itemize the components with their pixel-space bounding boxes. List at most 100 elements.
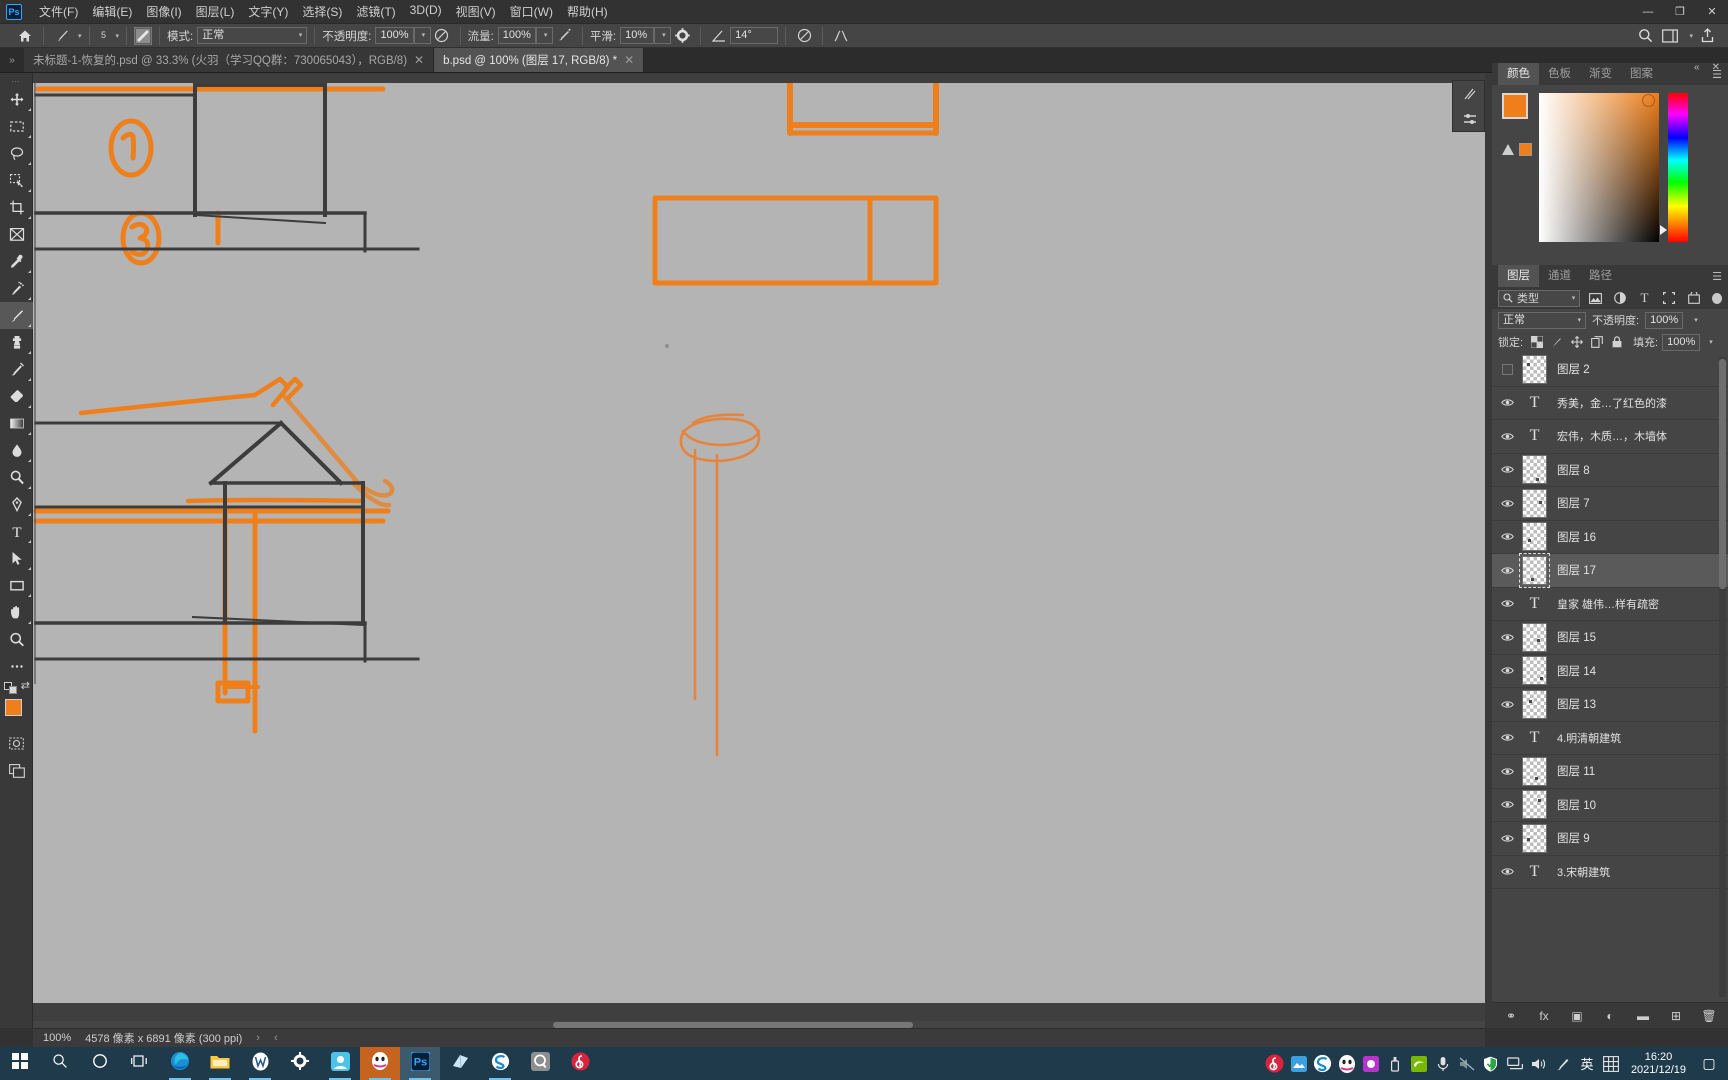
healing-brush-tool[interactable] xyxy=(0,275,33,302)
layer-opacity-caret-icon[interactable]: ▾ xyxy=(1694,316,1698,324)
menu-select[interactable]: 选择(S) xyxy=(295,0,349,23)
layer-name[interactable]: 图层 13 xyxy=(1557,696,1596,712)
layer-opacity-input[interactable]: 100% xyxy=(1645,311,1684,329)
layer-name[interactable]: 秀美，金…了红色的漆 xyxy=(1557,395,1667,411)
eye-visible-icon[interactable] xyxy=(1496,621,1518,654)
airbrush-icon[interactable] xyxy=(553,26,575,46)
shape-filter-icon[interactable] xyxy=(1660,289,1679,307)
dock-close-icon[interactable]: ✕ xyxy=(1712,62,1720,73)
maximize-button[interactable]: ❐ xyxy=(1664,0,1696,24)
eye-visible-icon[interactable] xyxy=(1496,386,1518,419)
layer-name[interactable]: 图层 10 xyxy=(1557,797,1596,813)
frame-tool[interactable] xyxy=(0,221,33,248)
layer-name[interactable]: 图层 16 xyxy=(1557,529,1596,545)
layer-name[interactable]: 3.宋朝建筑 xyxy=(1557,864,1610,880)
type-tool[interactable]: T xyxy=(0,518,33,545)
layer-row[interactable]: T 皇家 雄伟…样有疏密 xyxy=(1492,588,1728,621)
tool-submenu-indicator-icon[interactable] xyxy=(28,567,31,570)
layer-thumbnail[interactable] xyxy=(1522,689,1547,719)
opacity-dropdown[interactable]: ▾ xyxy=(413,27,431,44)
quark-taskbar-item[interactable] xyxy=(520,1047,560,1080)
blur-tool[interactable] xyxy=(0,437,33,464)
layer-name[interactable]: 图层 2 xyxy=(1557,361,1590,377)
lock-artboard-icon[interactable] xyxy=(1589,334,1605,350)
gear-icon[interactable] xyxy=(671,26,693,46)
flow-input[interactable]: 100% xyxy=(497,27,536,44)
menu-file[interactable]: 文件(F) xyxy=(32,0,85,23)
layer-row[interactable]: T 宏伟，木质…，木墙体 xyxy=(1492,420,1728,454)
layer-thumbnail[interactable] xyxy=(1519,552,1550,588)
layer-row[interactable]: T 3.宋朝建筑 xyxy=(1492,855,1728,889)
layer-row[interactable]: 图层 9 xyxy=(1492,822,1728,856)
brush-preset-caret-icon[interactable]: ▾ xyxy=(78,32,82,40)
layer-thumbnail[interactable] xyxy=(1522,488,1547,518)
layer-row[interactable]: 图层 10 xyxy=(1492,789,1728,822)
artboard[interactable] xyxy=(33,83,1485,1003)
marquee-tool[interactable] xyxy=(0,113,33,140)
start-button[interactable] xyxy=(0,1047,40,1080)
tray-network-icon[interactable] xyxy=(1503,1047,1527,1080)
home-icon[interactable] xyxy=(14,26,36,46)
tray-usb-icon[interactable] xyxy=(1383,1047,1407,1080)
layer-name[interactable]: 图层 14 xyxy=(1557,663,1596,679)
workspace-caret-icon[interactable]: ▾ xyxy=(1689,32,1693,40)
task-view-button[interactable] xyxy=(120,1047,160,1080)
lock-position-icon[interactable] xyxy=(1569,334,1585,350)
menu-layer[interactable]: 图层(L) xyxy=(189,0,242,23)
filter-toggle-icon[interactable] xyxy=(1711,292,1722,304)
eye-visible-icon[interactable] xyxy=(1496,721,1518,754)
zoom-tool[interactable] xyxy=(0,626,33,653)
adjustments-icon[interactable] xyxy=(1453,106,1486,131)
hand-tool[interactable] xyxy=(0,599,33,626)
layer-row[interactable]: 图层 8 xyxy=(1492,454,1728,487)
swap-colors-icon[interactable]: ⇄ xyxy=(21,681,30,692)
tray-app-icon[interactable] xyxy=(1359,1047,1383,1080)
tab-color[interactable]: 颜色 xyxy=(1498,63,1539,85)
crop-tool[interactable] xyxy=(0,194,33,221)
screen-mode-icon[interactable] xyxy=(0,757,33,784)
layer-row[interactable]: 图层 2 xyxy=(1492,353,1728,387)
opacity-input[interactable]: 100% xyxy=(375,27,414,44)
search-button[interactable] xyxy=(40,1047,80,1080)
tray-muted-icon[interactable] xyxy=(1455,1047,1479,1080)
angle-input[interactable]: 14° xyxy=(730,27,779,44)
tab-channels[interactable]: 通道 xyxy=(1539,265,1580,287)
tray-qq-icon[interactable] xyxy=(1335,1047,1359,1080)
wps-taskbar-item[interactable] xyxy=(240,1047,280,1080)
status-expand-arrow[interactable]: › xyxy=(256,1032,260,1044)
quick-mask-icon[interactable] xyxy=(0,730,33,757)
eye-visible-icon[interactable] xyxy=(1496,487,1518,520)
menu-image[interactable]: 图像(I) xyxy=(139,0,188,23)
tool-submenu-indicator-icon[interactable] xyxy=(28,162,31,165)
search-icon[interactable] xyxy=(1634,26,1656,46)
sogou-taskbar-item[interactable] xyxy=(480,1047,520,1080)
tool-submenu-indicator-icon[interactable] xyxy=(28,486,31,489)
eye-visible-icon[interactable] xyxy=(1496,822,1518,855)
menu-view[interactable]: 视图(V) xyxy=(449,0,503,23)
lock-all-icon[interactable] xyxy=(1609,334,1625,350)
tray-nvidia-icon[interactable] xyxy=(1407,1047,1431,1080)
adjustment-filter-icon[interactable] xyxy=(1611,289,1630,307)
tray-photo-icon[interactable] xyxy=(1287,1047,1311,1080)
tool-submenu-indicator-icon[interactable] xyxy=(28,405,31,408)
eye-visible-icon[interactable] xyxy=(1496,855,1518,888)
layer-thumbnail[interactable] xyxy=(1522,522,1547,552)
toolbar-grip[interactable]: ⋯ xyxy=(0,77,32,86)
brush-settings-icon[interactable] xyxy=(1453,81,1486,106)
pressure-size-icon[interactable] xyxy=(793,26,815,46)
qq-taskbar-item[interactable] xyxy=(360,1047,400,1080)
color-swatches[interactable] xyxy=(0,696,33,730)
type-filter-icon[interactable]: T xyxy=(1635,289,1654,307)
foreground-color-swatch[interactable] xyxy=(5,699,22,716)
flow-dropdown[interactable]: ▾ xyxy=(535,27,553,44)
dock-collapse-icon[interactable]: « xyxy=(1694,62,1700,73)
layer-name[interactable]: 图层 15 xyxy=(1557,629,1596,645)
tool-submenu-indicator-icon[interactable] xyxy=(28,378,31,381)
layer-thumbnail[interactable] xyxy=(1522,622,1547,652)
pen-tool[interactable] xyxy=(0,491,33,518)
move-tool[interactable] xyxy=(0,86,33,113)
tray-keyboard-icon[interactable] xyxy=(1599,1047,1623,1080)
layer-name[interactable]: 图层 7 xyxy=(1557,495,1590,511)
dodge-tool[interactable] xyxy=(0,464,33,491)
document-tab-close-icon[interactable]: ✕ xyxy=(414,54,424,66)
